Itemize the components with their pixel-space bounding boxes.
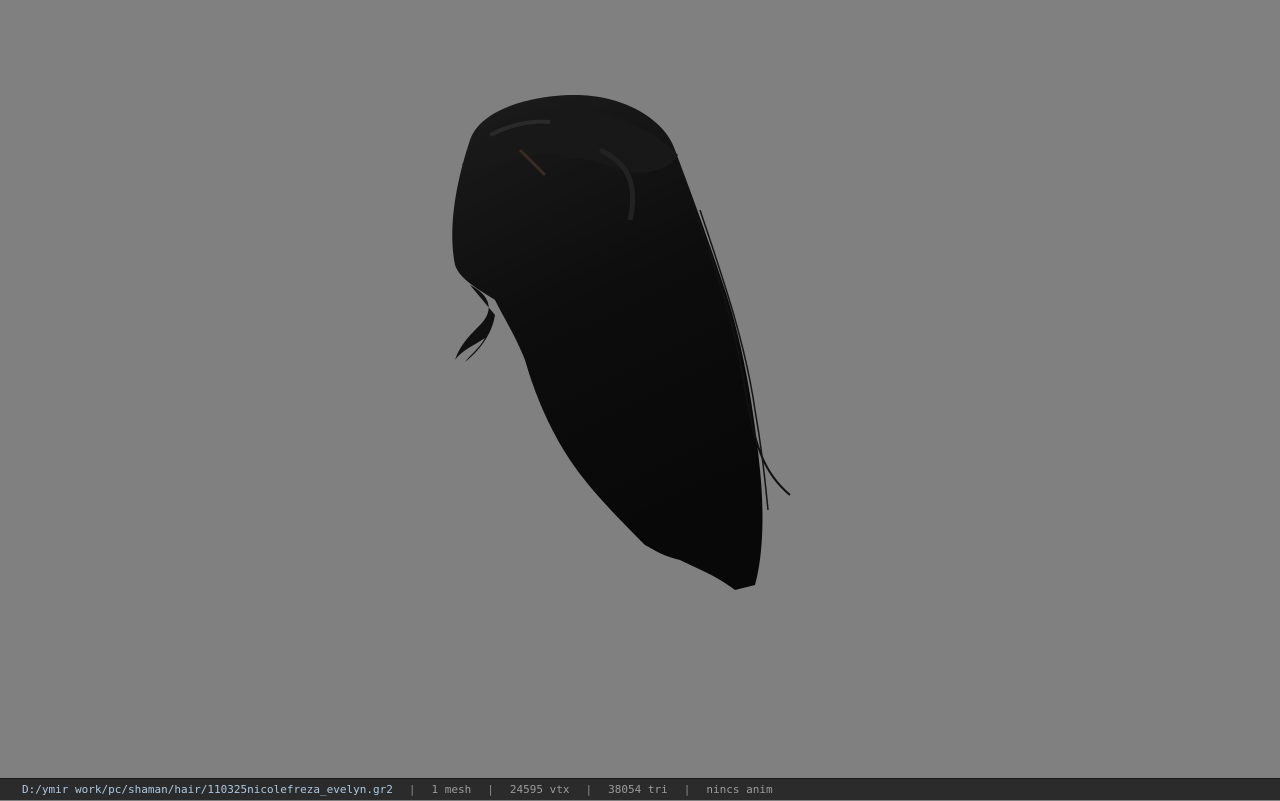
mesh-count: 1 mesh	[431, 783, 472, 796]
separator: |	[585, 783, 593, 796]
status-bar: D:/ymir work/pc/shaman/hair/110325nicole…	[0, 778, 1280, 800]
separator: |	[487, 783, 494, 796]
separator: |	[408, 783, 416, 796]
separator: |	[683, 783, 691, 796]
vertex-count: 24595 vtx	[509, 783, 570, 796]
animation-status: nincs anim	[706, 783, 773, 796]
triangle-count: 38054 tri	[608, 783, 668, 796]
file-path: D:/ymir work/pc/shaman/hair/110325nicole…	[22, 783, 393, 796]
hair-model	[452, 95, 791, 590]
3d-viewport[interactable]	[0, 0, 1280, 778]
